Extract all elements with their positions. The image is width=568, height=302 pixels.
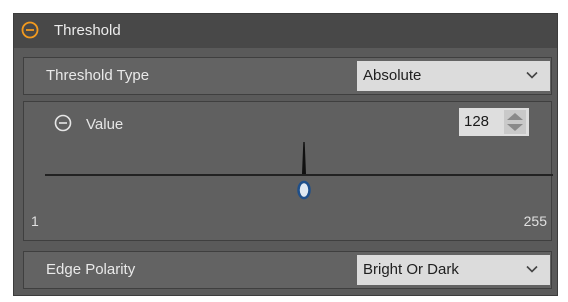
- slider-max-label: 255: [523, 213, 547, 229]
- chevron-down-icon: [526, 71, 538, 79]
- edge-polarity-value: Bright Or Dark: [363, 261, 459, 278]
- threshold-type-label: Threshold Type: [46, 67, 150, 84]
- collapse-section-icon[interactable]: [21, 21, 39, 39]
- threshold-panel: Threshold Threshold Type Absolute Value …: [13, 13, 558, 296]
- section-title: Threshold: [54, 22, 121, 39]
- section-header[interactable]: Threshold: [14, 14, 557, 48]
- edge-polarity-label: Edge Polarity: [46, 261, 136, 278]
- threshold-type-value: Absolute: [363, 67, 422, 84]
- value-spinner[interactable]: 128: [459, 108, 529, 136]
- slider-min-label: 1: [31, 213, 39, 229]
- value-group: Value 128 1 255: [23, 101, 553, 241]
- value-slider-thumb[interactable]: [297, 142, 311, 204]
- up-down-arrows-icon[interactable]: [504, 110, 526, 134]
- threshold-type-row: Threshold Type Absolute: [23, 57, 552, 95]
- value-input[interactable]: 128: [464, 113, 489, 130]
- edge-polarity-row: Edge Polarity Bright Or Dark: [23, 251, 552, 289]
- collapse-value-icon[interactable]: [54, 114, 72, 132]
- threshold-type-dropdown[interactable]: Absolute: [357, 61, 550, 91]
- edge-polarity-dropdown[interactable]: Bright Or Dark: [357, 255, 550, 285]
- value-label: Value: [86, 116, 124, 133]
- chevron-down-icon: [526, 265, 538, 273]
